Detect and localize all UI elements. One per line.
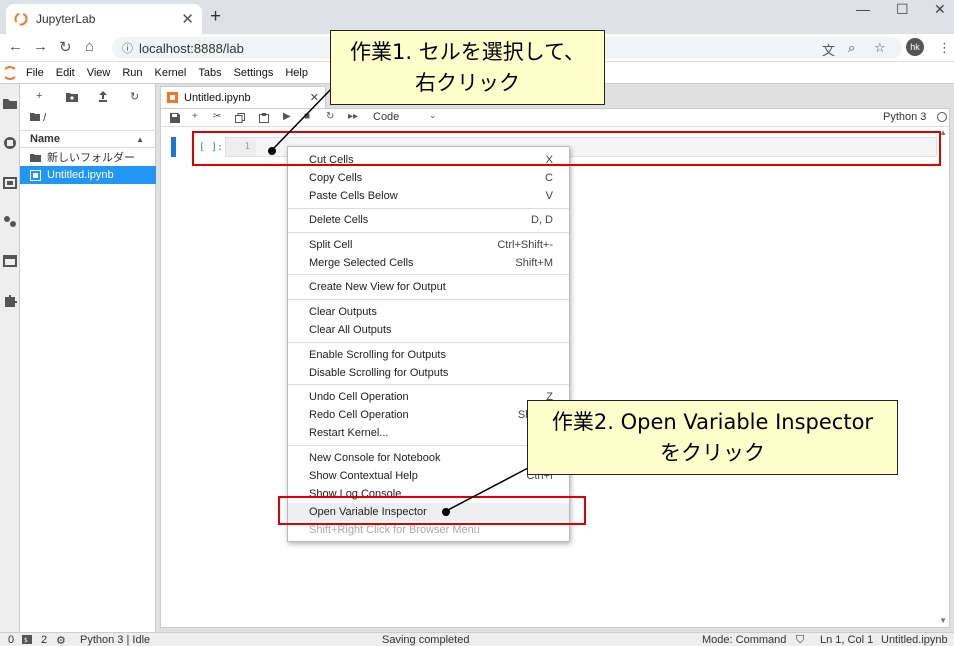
annotation-callout-step1: 作業1. セルを選択して、 右クリック — [330, 30, 605, 105]
callout-line: 右クリック — [415, 71, 520, 95]
annotation-callout-step2: 作業2. Open Variable Inspector をクリック — [527, 400, 898, 475]
callout-line: 作業2. Open Variable Inspector — [551, 410, 874, 434]
app-root: JupyterLab ✕ + — ☐ ✕ ← → ↻ ⌂ ⓘ localhost… — [0, 0, 954, 646]
callout-line: をクリック — [660, 441, 765, 465]
callout-line: 作業1. セルを選択して、 — [349, 40, 586, 64]
